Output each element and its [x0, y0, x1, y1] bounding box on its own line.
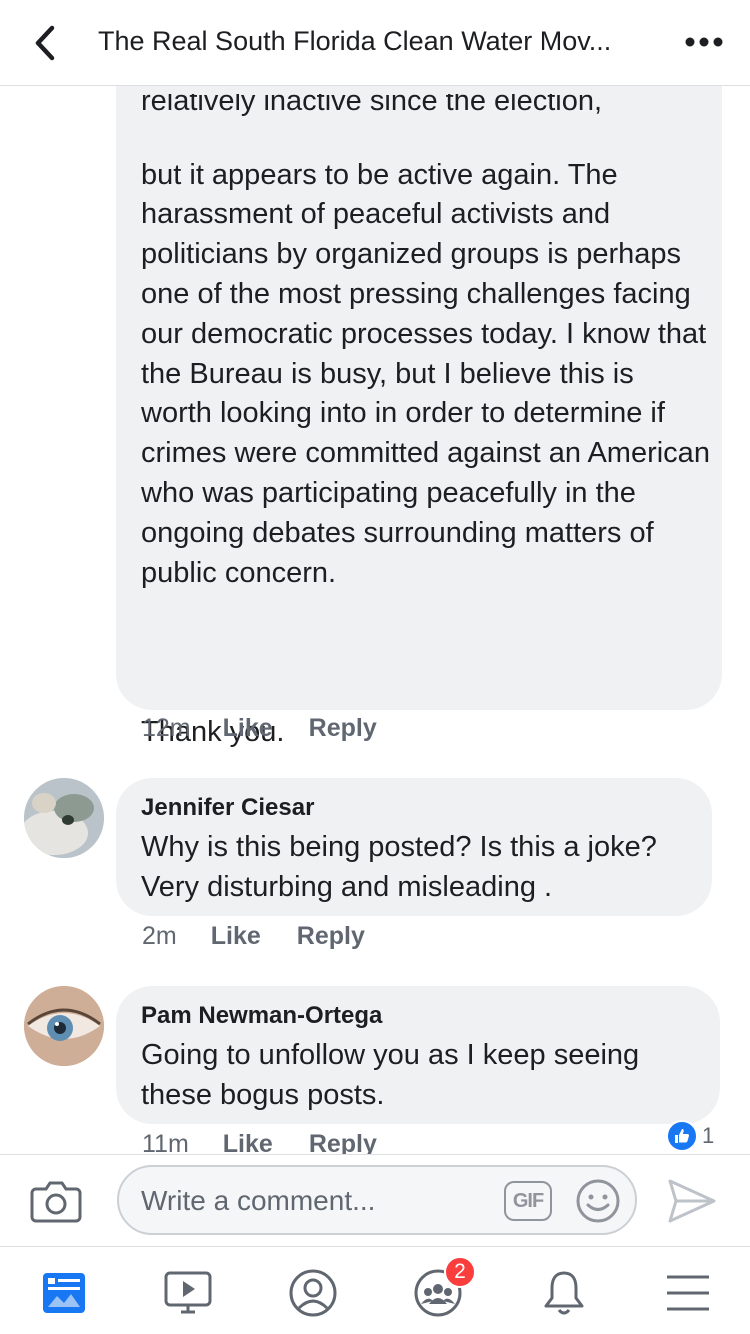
avatar-photo — [24, 778, 104, 858]
like-button[interactable]: Like — [211, 922, 261, 951]
comment-author[interactable]: Jennifer Ciesar — [141, 794, 701, 822]
more-dots-icon — [685, 37, 723, 47]
smiley-icon — [576, 1179, 620, 1223]
comment-meta: 12m Like Reply — [142, 714, 377, 743]
reaction-summary[interactable]: 1 — [666, 1120, 714, 1152]
send-icon — [668, 1179, 716, 1223]
comment-meta: 2m Like Reply — [142, 922, 365, 951]
comment-text-cutoff: relatively inactive since the election, — [141, 93, 603, 116]
avatar[interactable] — [24, 986, 104, 1066]
comment-meta: 11m Like Reply — [142, 1130, 377, 1154]
comment-bubble: Jennifer Ciesar Why is this being posted… — [116, 778, 712, 916]
comment-body: relatively inactive since the election, … — [141, 86, 711, 792]
avatar-photo — [24, 986, 104, 1066]
comment-time: 2m — [142, 922, 177, 950]
emoji-button[interactable] — [575, 1178, 621, 1229]
comment-body: Jennifer Ciesar Why is this being posted… — [141, 794, 701, 907]
comment-author[interactable]: Pam Newman-Ortega — [141, 1002, 711, 1030]
tab-profile[interactable] — [283, 1265, 343, 1321]
tab-watch[interactable] — [158, 1265, 218, 1321]
like-reaction-icon — [666, 1120, 698, 1152]
comment-text: but it appears to be active again. The h… — [141, 158, 710, 589]
reply-button[interactable]: Reply — [309, 714, 377, 743]
comment-body: Pam Newman-Ortega Going to unfollow you … — [141, 1002, 711, 1115]
more-options-button[interactable] — [682, 22, 726, 62]
tab-notifications[interactable] — [534, 1265, 594, 1321]
bottom-tab-bar — [0, 1246, 750, 1334]
news-feed-icon — [43, 1273, 85, 1313]
tab-menu[interactable] — [658, 1265, 718, 1321]
groups-notification-badge: 2 — [444, 1256, 476, 1288]
camera-icon — [30, 1181, 82, 1223]
comment-text: Why is this being posted? Is this a joke… — [141, 831, 657, 903]
reaction-count: 1 — [702, 1123, 715, 1148]
reply-button[interactable]: Reply — [297, 922, 365, 951]
camera-button[interactable] — [30, 1179, 82, 1228]
page-title: The Real South Florida Clean Water Mov..… — [98, 26, 612, 56]
comment-input[interactable] — [141, 1181, 481, 1221]
reply-button[interactable]: Reply — [309, 1130, 377, 1154]
gif-button[interactable]: GIF — [504, 1181, 552, 1221]
send-button[interactable] — [666, 1177, 718, 1230]
back-button[interactable] — [22, 18, 72, 68]
like-button[interactable]: Like — [223, 1130, 273, 1154]
comment-text: Going to unfollow you as I keep seeing t… — [141, 1039, 640, 1111]
like-button[interactable]: Like — [223, 714, 273, 743]
comment-time: 11m — [142, 1130, 189, 1154]
comment-bubble: relatively inactive since the election, … — [116, 86, 722, 748]
comments-thread[interactable]: relatively inactive since the election, … — [0, 86, 750, 1154]
avatar[interactable] — [24, 778, 104, 858]
comment-input-box[interactable]: GIF — [117, 1165, 637, 1235]
comment-time: 12m — [142, 714, 191, 742]
chevron-left-icon — [35, 25, 55, 61]
watch-video-icon — [164, 1271, 212, 1314]
bell-icon — [544, 1271, 584, 1315]
profile-icon — [289, 1269, 337, 1317]
top-bar: The Real South Florida Clean Water Mov..… — [0, 0, 750, 86]
tab-news-feed[interactable] — [34, 1265, 94, 1321]
hamburger-menu-icon — [667, 1275, 709, 1311]
comment-bubble: Pam Newman-Ortega Going to unfollow you … — [116, 986, 720, 1124]
comment-composer: GIF — [0, 1154, 750, 1246]
